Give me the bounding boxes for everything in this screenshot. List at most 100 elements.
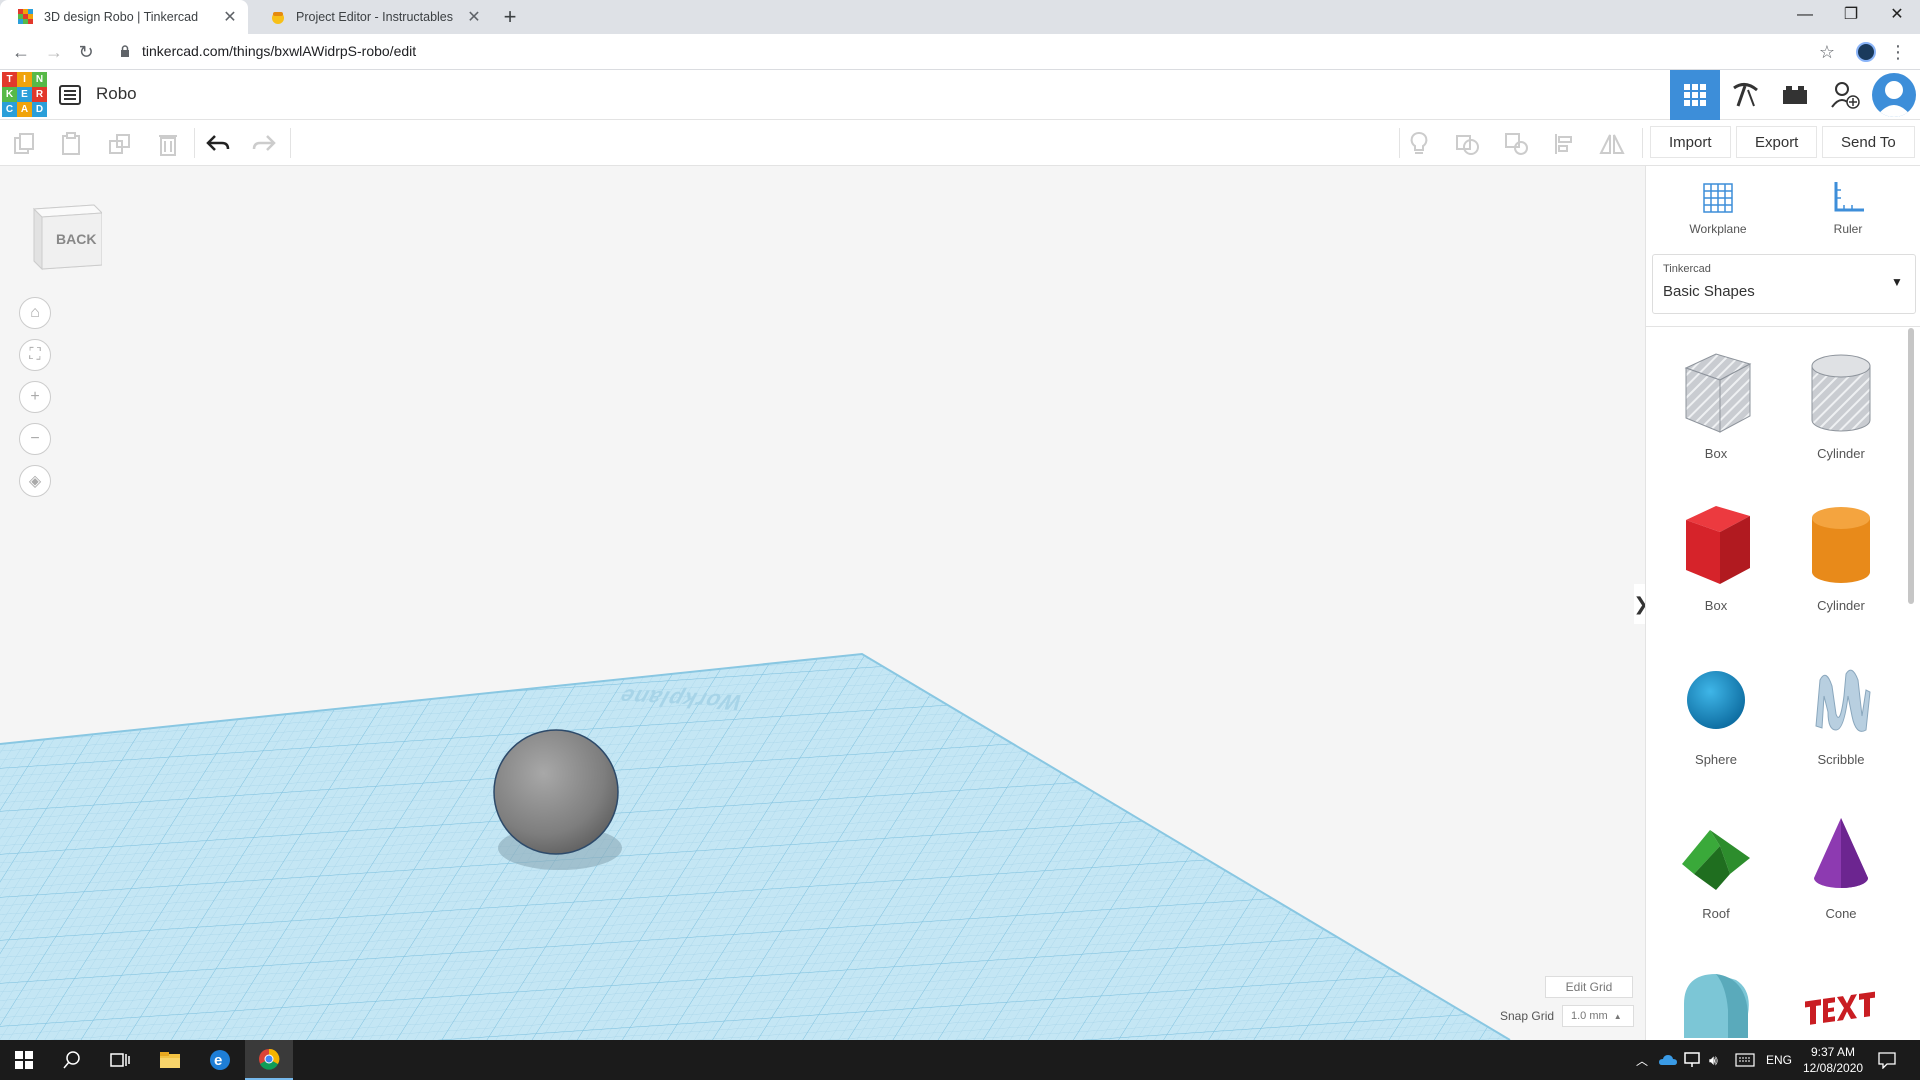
home-view-icon[interactable]: ⌂ <box>19 297 51 329</box>
blocks-button[interactable] <box>1720 70 1770 120</box>
duplicate-icon[interactable] <box>106 130 134 158</box>
ungroup-icon[interactable] <box>1503 130 1531 158</box>
shape-cylinder[interactable]: Cylinder <box>1781 502 1901 652</box>
copy-icon[interactable] <box>10 130 38 158</box>
cylinder-hole-icon <box>1811 354 1871 432</box>
sphere-object[interactable] <box>493 729 619 855</box>
project-title[interactable]: Robo <box>96 84 137 104</box>
language-indicator[interactable]: ENG <box>1766 1053 1792 1067</box>
group-icon[interactable] <box>1454 130 1482 158</box>
sphere-icon <box>1687 671 1745 729</box>
shape-scribble[interactable]: Scribble <box>1781 656 1901 806</box>
restore-button[interactable]: ❐ <box>1828 0 1874 34</box>
toolbar-divider <box>1642 128 1643 158</box>
back-icon[interactable]: ← <box>9 40 33 64</box>
redo-icon[interactable] <box>250 130 278 158</box>
shape-label: Cylinder <box>1817 598 1865 613</box>
fit-view-icon[interactable]: ⛶ <box>19 339 51 371</box>
file-explorer-icon[interactable] <box>146 1040 194 1080</box>
trash-icon[interactable] <box>154 130 182 158</box>
close-tab-icon[interactable]: ✕ <box>220 7 240 27</box>
clock[interactable]: 9:37 AM 12/08/2020 <box>1803 1044 1863 1076</box>
network-icon[interactable] <box>1684 1052 1700 1073</box>
app-header: T I N K E R C A D Robo <box>0 70 1920 120</box>
add-user-icon <box>1831 82 1860 109</box>
search-icon[interactable] <box>48 1040 96 1080</box>
url-field[interactable]: tinkercad.com/things/bxwlAWidrpS-robo/ed… <box>142 43 416 59</box>
send-to-button[interactable]: Send To <box>1822 126 1915 158</box>
import-button[interactable]: Import <box>1650 126 1731 158</box>
shape-label: Box <box>1704 446 1728 461</box>
shape-cylinder-hole[interactable]: Cylinder <box>1781 350 1901 500</box>
shape-cone[interactable]: Cone <box>1781 810 1901 960</box>
ruler-tool-button[interactable]: Ruler <box>1798 180 1898 236</box>
workplane[interactable] <box>0 166 1645 1040</box>
text-3d-icon <box>1805 991 1875 1025</box>
windows-start-icon[interactable] <box>0 1040 48 1080</box>
task-view-icon[interactable] <box>96 1040 144 1080</box>
tab-tinkercad[interactable]: 3D design Robo | Tinkercad ✕ <box>0 0 248 34</box>
bricks-button[interactable] <box>1770 70 1820 120</box>
logo-letter: D <box>32 102 47 117</box>
close-window-button[interactable]: ✕ <box>1874 0 1920 34</box>
address-bar-row: ← → ↻ tinkercad.com/things/bxwlAWidrpS-r… <box>0 34 1920 70</box>
lock-icon[interactable] <box>120 45 130 60</box>
edit-grid-button[interactable]: Edit Grid <box>1545 976 1633 998</box>
undo-icon[interactable] <box>204 130 232 158</box>
logo-letter: A <box>17 102 32 117</box>
add-collaborator-button[interactable] <box>1820 70 1870 120</box>
notes-lightbulb-icon[interactable] <box>1405 130 1433 158</box>
shape-half-cylinder[interactable] <box>1656 964 1776 1040</box>
shape-roof[interactable]: Roof <box>1656 810 1776 960</box>
shape-text[interactable] <box>1781 964 1901 1040</box>
zoom-out-icon[interactable]: − <box>19 423 51 455</box>
view-cube-face-label: BACK <box>56 231 97 247</box>
profile-avatar[interactable] <box>1856 42 1876 62</box>
perspective-icon[interactable]: ◈ <box>19 465 51 497</box>
ruler-icon <box>1834 182 1864 212</box>
logo-letter: N <box>32 72 47 87</box>
close-tab-icon[interactable]: ✕ <box>464 7 484 27</box>
tab-instructables[interactable]: Project Editor - Instructables ✕ <box>252 0 492 34</box>
shape-box[interactable]: Box <box>1656 502 1776 652</box>
mirror-icon[interactable] <box>1598 130 1626 158</box>
align-icon[interactable] <box>1551 130 1579 158</box>
keyboard-icon[interactable] <box>1735 1053 1755 1072</box>
onedrive-icon[interactable] <box>1659 1053 1677 1071</box>
clock-time: 9:37 AM <box>1810 1045 1856 1059</box>
collapse-panel-icon[interactable]: ❯ <box>1633 584 1645 624</box>
chrome-taskbar-icon[interactable] <box>245 1040 293 1080</box>
shape-box-hole[interactable]: Box <box>1656 350 1776 500</box>
pickaxe-icon <box>1733 83 1758 107</box>
tinkercad-logo[interactable]: T I N K E R C A D <box>2 72 47 117</box>
toolbar-divider <box>290 128 291 158</box>
paste-icon[interactable] <box>57 130 85 158</box>
new-tab-button[interactable]: + <box>498 5 522 29</box>
design-list-icon[interactable] <box>58 83 82 107</box>
workplane-tool-button[interactable]: Workplane <box>1668 180 1768 236</box>
reload-icon[interactable]: ↻ <box>74 40 98 64</box>
browser-menu-icon[interactable]: ⋮ <box>1886 40 1910 64</box>
logo-letter: I <box>17 72 32 87</box>
show-hidden-icons-icon[interactable]: ︿ <box>1636 1052 1648 1069</box>
minimize-button[interactable]: — <box>1782 0 1828 34</box>
user-avatar[interactable] <box>1872 73 1916 117</box>
edge-browser-icon[interactable]: e <box>196 1040 244 1080</box>
half-cylinder-icon <box>1684 974 1749 1038</box>
library-name: Basic Shapes <box>1663 283 1755 300</box>
snap-grid-select[interactable]: 1.0 mm ▲ <box>1562 1005 1634 1027</box>
view-3d-button[interactable] <box>1670 70 1720 120</box>
notifications-icon[interactable] <box>1878 1051 1896 1074</box>
volume-icon[interactable]: 🔊︎ <box>1709 1052 1718 1069</box>
3d-viewport[interactable]: Workplane BACK ⌂ ⛶ + − ◈ ❯ Edit Grid Sna… <box>0 166 1645 1040</box>
export-button[interactable]: Export <box>1736 126 1818 158</box>
shape-library-dropdown[interactable]: Tinkercad Basic Shapes ▼ <box>1652 254 1916 314</box>
shape-sphere[interactable]: Sphere <box>1656 656 1776 806</box>
view-cube[interactable]: BACK <box>28 201 102 271</box>
bookmark-star-icon[interactable]: ☆ <box>1815 40 1839 64</box>
zoom-in-icon[interactable]: + <box>19 381 51 413</box>
taskbar: e ︿ 🔊︎ ENG 9:37 AM 12/08/2020 <box>0 1040 1920 1080</box>
panel-scrollbar[interactable] <box>1908 328 1914 604</box>
workplane-grid-icon <box>1703 183 1733 213</box>
forward-icon[interactable]: → <box>42 40 66 64</box>
